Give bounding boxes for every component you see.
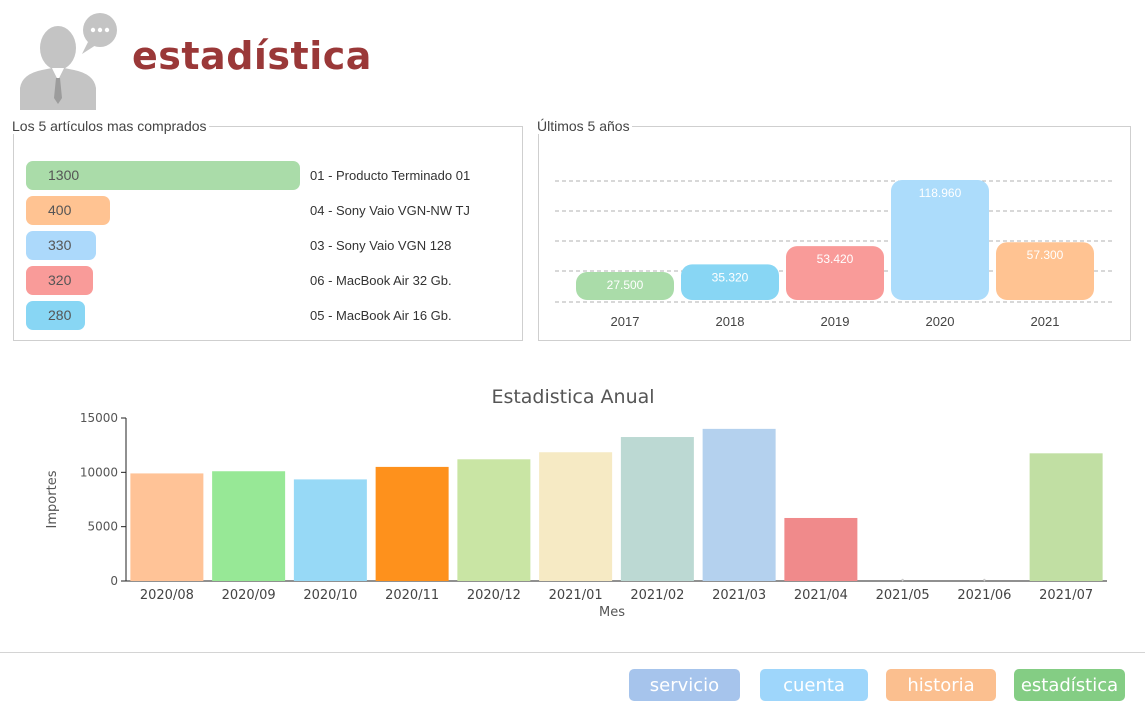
top-article-bar: 1300 — [26, 161, 300, 190]
top-articles-panel: Los 5 artículos mas comprados 1300 01 - P… — [12, 118, 523, 341]
user-avatar-icon — [16, 8, 124, 112]
x-tick-label: 2020/10 — [303, 588, 357, 603]
bar-2021-07 — [1029, 453, 1103, 581]
last-years-chart: 27.500 2017 35.320 2018 53.420 2019 118.960 202… — [555, 180, 1115, 329]
year-value-label: 57.300 — [1027, 248, 1064, 262]
top-article-bar: 280 — [26, 301, 85, 330]
x-tick-label: 2020/09 — [222, 588, 276, 603]
top-article-label: 03 - Sony Vaio VGN 128 — [310, 238, 452, 253]
bar-2020-09 — [212, 471, 286, 581]
year-label: 2018 — [716, 314, 745, 329]
year-value-label: 27.500 — [607, 278, 644, 292]
x-tick-label: 2021/07 — [1039, 588, 1093, 603]
x-tick-label: 2020/12 — [467, 588, 521, 603]
year-value-label: 118.960 — [919, 186, 962, 200]
x-tick-label: 2021/02 — [630, 588, 684, 603]
bar-2020-08 — [130, 473, 204, 581]
y-tick-label: 10000 — [80, 465, 118, 479]
x-tick-label: 2020/08 — [140, 588, 194, 603]
x-tick-label: 2021/03 — [712, 588, 766, 603]
x-tick-label: 2021/01 — [549, 588, 603, 603]
top-article-bar: 330 — [26, 231, 96, 260]
bar-2021-01 — [539, 452, 613, 581]
top-article-bar: 320 — [26, 266, 93, 295]
year-label: 2020 — [926, 314, 955, 329]
last-years-legend: Últimos 5 años — [537, 118, 630, 134]
x-axis-label: Mes — [599, 605, 625, 620]
x-tick-label: 2021/04 — [794, 588, 848, 603]
year-value-label: 53.420 — [817, 252, 854, 266]
chart-title: Estadistica Anual — [491, 386, 654, 408]
cuenta-button[interactable]: cuenta — [760, 669, 868, 701]
servicio-button[interactable]: servicio — [629, 669, 740, 701]
bar-2020-11 — [375, 466, 449, 581]
year-label: 2017 — [611, 314, 640, 329]
bar-2021-06 — [983, 578, 986, 582]
annual-chart: Estadistica Anual 0 5000 10000 15000 Importes… — [45, 386, 1107, 620]
top-articles-legend: Los 5 artículos mas comprados — [12, 118, 207, 134]
top-article-label: 01 - Producto Terminado 01 — [310, 168, 471, 183]
bar-2021-04 — [784, 517, 858, 581]
year-label: 2021 — [1031, 314, 1060, 329]
top-article-label: 06 - MacBook Air 32 Gb. — [310, 273, 452, 288]
bar-2020-10 — [293, 479, 367, 581]
x-tick-label: 2021/06 — [957, 588, 1011, 603]
footer-divider — [0, 652, 1145, 653]
bar-2021-05 — [901, 578, 904, 582]
bar-2021-03 — [702, 428, 776, 581]
y-tick-label: 5000 — [87, 520, 118, 534]
top-article-bar: 400 — [26, 196, 110, 225]
bar-2021-02 — [620, 437, 694, 581]
y-tick-label: 0 — [110, 574, 118, 588]
top-article-label: 04 - Sony Vaio VGN-NW TJ — [310, 203, 470, 218]
x-tick-label: 2021/05 — [876, 588, 930, 603]
year-value-label: 35.320 — [712, 270, 749, 284]
top-article-label: 05 - MacBook Air 16 Gb. — [310, 308, 452, 323]
page-title: estadística — [132, 34, 372, 78]
bar-2020-12 — [457, 459, 531, 581]
y-axis-label: Importes — [45, 470, 60, 528]
y-tick-label: 15000 — [80, 411, 118, 425]
year-label: 2019 — [821, 314, 850, 329]
last-years-panel: Últimos 5 años 27.500 2017 35.320 2018 53.42… — [537, 118, 1131, 341]
historia-button[interactable]: historia — [886, 669, 996, 701]
x-tick-label: 2020/11 — [385, 588, 439, 603]
estadistica-button[interactable]: estadística — [1014, 669, 1125, 701]
